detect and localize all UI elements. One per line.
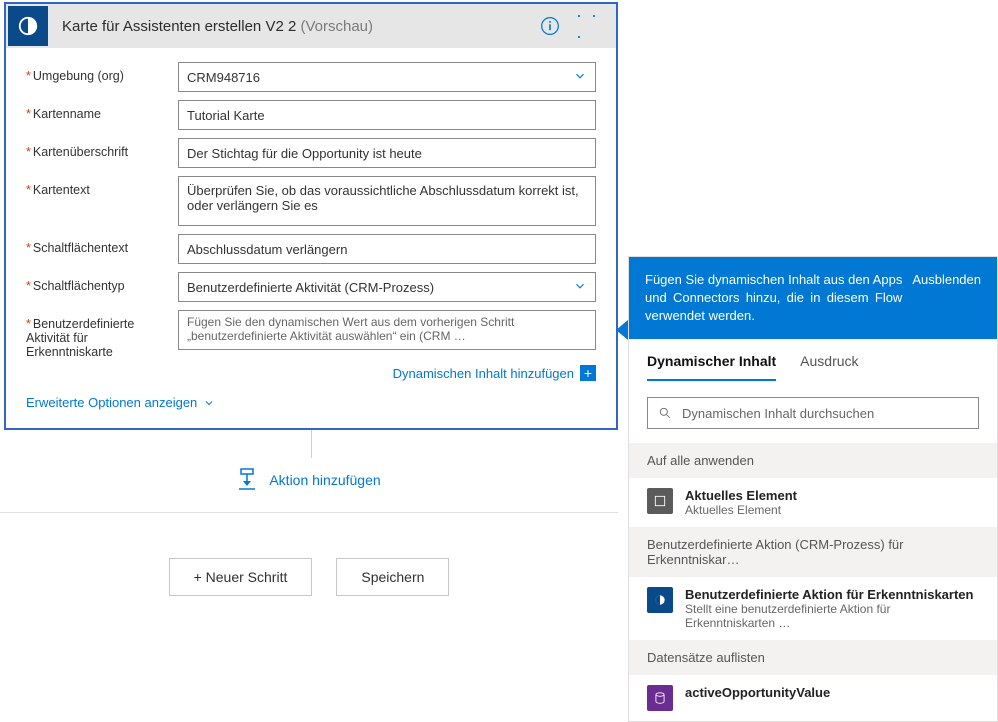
field-btntype-value: Benutzerdefinierte Aktivität (CRM-Prozes… [187,280,434,295]
connector-icon [8,6,48,46]
label-btntext: *Schaltflächentext [26,234,166,255]
row-customactivity: *Benutzerdefinierte Aktivität für Erkenn… [26,310,596,359]
save-button[interactable]: Speichern [336,558,449,596]
label-cardheader: *Kartenüberschrift [26,138,166,159]
chevron-down-icon [203,397,215,409]
token-subtitle: Stellt eine benutzerdefinierte Aktion fü… [685,602,979,630]
search-icon [658,406,672,420]
loop-icon [647,488,673,514]
section-custom-action: Benutzerdefinierte Aktion (CRM-Prozess) … [629,527,997,577]
card-header: Karte für Assistenten erstellen V2 2 (Vo… [6,4,616,48]
add-dynamic-content-label: Dynamischen Inhalt hinzufügen [393,366,574,381]
dynamic-content-banner: Fügen Sie dynamischen Inhalt aus den App… [629,257,997,339]
add-dynamic-content-link[interactable]: Dynamischen Inhalt hinzufügen + [393,365,596,381]
chevron-down-icon [573,69,587,86]
row-cardheader: *Kartenüberschrift Der Stichtag für die … [26,138,596,168]
section-list-records: Datensätze auflisten [629,640,997,675]
token-subtitle: Aktuelles Element [685,503,797,517]
token-current-item[interactable]: Aktuelles Element Aktuelles Element [629,478,997,527]
field-btntype[interactable]: Benutzerdefinierte Aktivität (CRM-Prozes… [178,272,596,302]
field-cardname[interactable]: Tutorial Karte [178,100,596,130]
tab-dynamic-content[interactable]: Dynamischer Inhalt [647,353,776,381]
show-advanced-options[interactable]: Erweiterte Optionen anzeigen [26,395,215,410]
row-cardtext: *Kartentext Überprüfen Sie, ob das vorau… [26,176,596,226]
add-action-label: Aktion hinzufügen [269,472,380,488]
card-preview-label: (Vorschau) [300,18,373,35]
database-icon [647,685,673,711]
insert-step-icon [237,468,257,492]
add-action-row: Aktion hinzufügen [0,458,618,502]
card-title-text: Karte für Assistenten erstellen V2 2 [62,18,296,35]
row-environment: *Umgebung (org) CRM948716 [26,62,596,92]
field-cardheader[interactable]: Der Stichtag für die Opportunity ist heu… [178,138,596,168]
label-cardtext: *Kartentext [26,176,166,197]
label-cardname: *Kartenname [26,100,166,121]
token-title: Aktuelles Element [685,488,797,503]
dynamic-content-search[interactable]: Dynamischen Inhalt durchsuchen [647,397,979,429]
section-apply-to-each: Auf alle anwenden [629,443,997,478]
action-card: Karte für Assistenten erstellen V2 2 (Vo… [4,2,618,430]
field-environment-value: CRM948716 [187,70,260,85]
bottom-buttons: + Neuer Schritt Speichern [0,558,618,596]
row-btntext: *Schaltflächentext Abschlussdatum verlän… [26,234,596,264]
label-environment: *Umgebung (org) [26,62,166,83]
new-step-button[interactable]: + Neuer Schritt [169,558,313,596]
dynamic-content-tabs: Dynamischer Inhalt Ausdruck [629,339,997,381]
label-btntype: *Schaltflächentyp [26,272,166,293]
dynamic-content-pane: Fügen Sie dynamischen Inhalt aus den App… [628,256,998,722]
dynamics-icon [647,587,673,613]
token-title: Benutzerdefinierte Aktion für Erkenntnis… [685,587,979,602]
field-customactivity[interactable]: Fügen Sie den dynamischen Wert aus dem v… [178,310,596,350]
row-cardname: *Kartenname Tutorial Karte [26,100,596,130]
field-cardtext[interactable]: Überprüfen Sie, ob das voraussichtliche … [178,176,596,226]
divider [0,512,618,513]
search-placeholder: Dynamischen Inhalt durchsuchen [682,406,874,421]
add-action-button[interactable]: Aktion hinzufügen [223,458,394,502]
token-active-opportunity-value[interactable]: activeOpportunityValue [629,675,997,721]
tab-expression[interactable]: Ausdruck [800,353,858,381]
label-customactivity: *Benutzerdefinierte Aktivität für Erkenn… [26,310,166,359]
hide-dynamic-content[interactable]: Ausblenden [912,271,981,289]
field-btntext[interactable]: Abschlussdatum verlängern [178,234,596,264]
card-title: Karte für Assistenten erstellen V2 2 (Vo… [62,18,373,35]
row-btntype: *Schaltflächentyp Benutzerdefinierte Akt… [26,272,596,302]
token-custom-action[interactable]: Benutzerdefinierte Aktion für Erkenntnis… [629,577,997,640]
info-icon[interactable] [536,12,564,40]
dynamic-content-banner-text: Fügen Sie dynamischen Inhalt aus den App… [645,271,902,325]
show-advanced-options-label: Erweiterte Optionen anzeigen [26,395,197,410]
form-body: *Umgebung (org) CRM948716 *Kartenname Tu… [6,48,616,428]
chevron-down-icon [573,279,587,296]
plus-icon: + [580,365,596,381]
field-environment[interactable]: CRM948716 [178,62,596,92]
more-icon[interactable]: · · · [576,12,604,40]
